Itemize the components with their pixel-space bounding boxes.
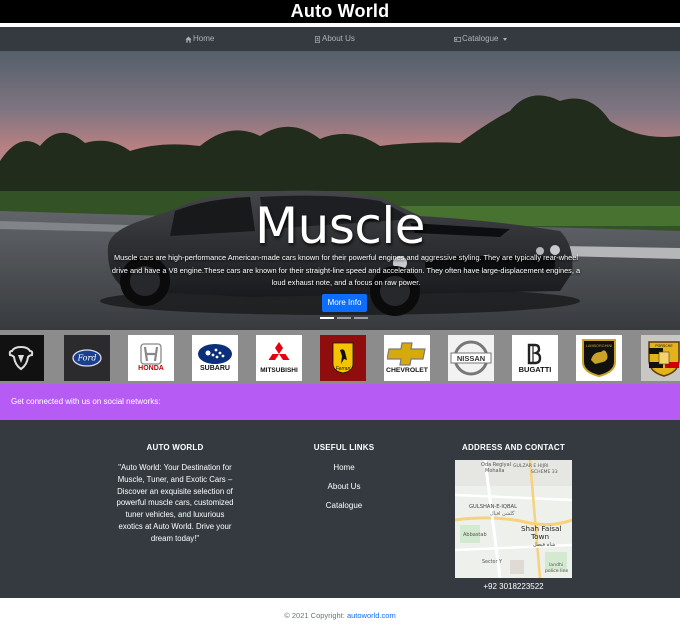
hero-title: Muscle	[254, 197, 426, 255]
svg-text:Mohalla: Mohalla	[485, 468, 504, 474]
brand-logo-ford[interactable]: Ford	[64, 335, 110, 381]
nissan-badge-icon: NISSAN	[450, 340, 492, 376]
porsche-crest-icon: PORSCHE	[648, 341, 680, 377]
site-header: Auto World	[0, 0, 680, 23]
chevrolet-bowtie-icon	[387, 342, 426, 366]
social-networks-bar: Get connected with us on social networks…	[0, 384, 680, 420]
brand-chevrolet-text: CHEVROLET	[386, 367, 428, 374]
nav-catalogue-label: Catalogue	[462, 34, 499, 43]
brand-subaru-text: SUBARU	[200, 365, 230, 372]
svg-text:landhi: landhi	[549, 562, 563, 568]
brand-mitsubishi-text: MITSUBISHI	[260, 367, 298, 374]
svg-text:police line: police line	[545, 568, 569, 574]
ford-oval-icon: Ford	[72, 349, 102, 367]
bugatti-eb-icon	[527, 343, 542, 365]
svg-text:Town: Town	[530, 532, 549, 541]
carousel-indicator-1[interactable]	[320, 317, 334, 319]
footer-about-heading: AUTO WORLD	[146, 443, 204, 452]
honda-h-icon	[140, 343, 162, 365]
svg-text:Abbastab: Abbastab	[463, 532, 487, 538]
main-navbar: Home About Us Catalogue	[0, 27, 680, 51]
home-icon	[185, 35, 192, 43]
footer-about-text: "Auto World: Your Destination for Muscle…	[116, 463, 234, 543]
nav-about[interactable]: About Us	[314, 27, 355, 51]
brand-honda-text: HONDA	[138, 365, 164, 372]
hero-description: Muscle cars are high-performance America…	[111, 253, 581, 287]
svg-text:Sector Y: Sector Y	[482, 559, 502, 565]
more-info-button[interactable]: More Info	[322, 294, 367, 312]
brand-logo-chevrolet[interactable]: CHEVROLET	[384, 335, 430, 381]
svg-text:Ferrari: Ferrari	[336, 366, 352, 372]
copyright-link[interactable]: autoworld.com	[347, 611, 396, 620]
nav-home-label: Home	[193, 34, 215, 43]
contact-phone: +92 3018223522	[483, 582, 544, 591]
brand-logo-mitsubishi[interactable]: MITSUBISHI	[256, 335, 302, 381]
footer-link-home[interactable]: Home	[300, 463, 388, 472]
chevron-down-icon	[503, 38, 508, 41]
brand-logo-dodge[interactable]	[0, 335, 44, 381]
svg-text:SCHEME 33: SCHEME 33	[531, 469, 558, 475]
brand-bugatti-text: BUGATTI	[518, 365, 552, 374]
svg-text:Ford: Ford	[77, 354, 97, 363]
hero-caption: Muscle Muscle cars are high-performance …	[0, 51, 680, 330]
ram-head-icon	[8, 345, 34, 371]
svg-text:LAMBORGHINI: LAMBORGHINI	[586, 344, 613, 348]
map-image: Oda Regiyal Mohalla GULZAR E HIJRI SCHEM…	[455, 460, 572, 578]
svg-text:NISSAN: NISSAN	[457, 354, 485, 363]
brand-logo-ferrari[interactable]: Ferrari	[320, 335, 366, 381]
svg-text:شاہ فیصل: شاہ فیصل	[533, 542, 555, 548]
footer-links-heading: USEFUL LINKS	[313, 443, 375, 452]
brand-logo-porsche[interactable]: PORSCHE	[641, 335, 680, 381]
brand-logo-bugatti[interactable]: BUGATTI	[512, 335, 558, 381]
card-icon	[454, 36, 461, 42]
svg-text:گلشن اقبال: گلشن اقبال	[490, 510, 515, 517]
brand-logo-nissan[interactable]: NISSAN	[448, 335, 494, 381]
hero-carousel: Muscle Muscle cars are high-performance …	[0, 51, 680, 330]
svg-text:GULZAR E HIJRI: GULZAR E HIJRI	[513, 463, 549, 469]
brand-logo-honda[interactable]: HONDA	[128, 335, 174, 381]
nav-about-label: About Us	[322, 34, 355, 43]
carousel-indicator-3[interactable]	[354, 317, 368, 319]
footer-link-catalogue[interactable]: Catalogue	[300, 501, 388, 510]
lamborghini-shield-icon: LAMBORGHINI	[582, 339, 616, 378]
copyright-text: © 2021 Copyright:	[284, 611, 347, 620]
carousel-indicator-2[interactable]	[337, 317, 351, 319]
brand-logo-lamborghini[interactable]: LAMBORGHINI	[576, 335, 622, 381]
carousel-indicators	[320, 317, 368, 319]
footer-contact-heading: ADDRESS AND CONTACT	[462, 443, 565, 452]
mitsubishi-diamonds-icon	[268, 342, 290, 360]
location-map[interactable]: Oda Regiyal Mohalla GULZAR E HIJRI SCHEM…	[455, 460, 572, 578]
social-text: Get connected with us on social networks…	[11, 397, 161, 406]
subaru-stars-icon	[198, 344, 232, 364]
id-card-icon	[314, 35, 321, 43]
svg-text:PORSCHE: PORSCHE	[655, 344, 673, 348]
ferrari-shield-icon: Ferrari	[332, 342, 354, 374]
nav-home[interactable]: Home	[185, 27, 214, 51]
brand-logo-strip: Ford HONDA SUBARU MITSUBISHI Ferrari CHE…	[0, 330, 680, 384]
site-title: Auto World	[290, 1, 390, 21]
footer-link-about[interactable]: About Us	[300, 482, 388, 491]
site-footer: AUTO WORLD "Auto World: Your Destination…	[0, 420, 680, 598]
copyright-bar: © 2021 Copyright: autoworld.com	[0, 598, 680, 633]
svg-text:GULSHAN-E-IQBAL: GULSHAN-E-IQBAL	[469, 504, 517, 510]
nav-catalogue-dropdown[interactable]: Catalogue	[454, 27, 508, 51]
brand-logo-subaru[interactable]: SUBARU	[192, 335, 238, 381]
